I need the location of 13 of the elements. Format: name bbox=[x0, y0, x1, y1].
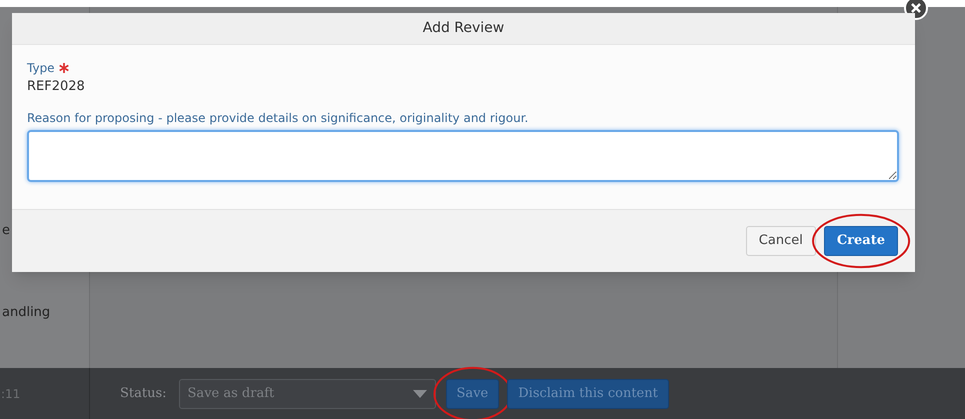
dialog-title: Add Review bbox=[422, 19, 504, 38]
bar-button[interactable]: Disclaim this content bbox=[507, 378, 669, 408]
status-dropdown[interactable]: Save as draft bbox=[178, 378, 436, 408]
reason-field[interactable] bbox=[27, 130, 899, 182]
field-label: Type bbox=[27, 60, 55, 77]
dialog-button[interactable]: Cancel bbox=[746, 226, 816, 256]
caret-icon bbox=[412, 390, 427, 398]
sidebar-item[interactable]: andling bbox=[2, 302, 89, 322]
status-label: Status: bbox=[120, 384, 167, 403]
dialog-button[interactable]: Create bbox=[824, 226, 898, 256]
field-value: REF2028 bbox=[27, 78, 86, 96]
bar-button[interactable]: Save bbox=[446, 378, 500, 408]
field-label: Reason for proposing - please provide details on significance, originality and rigour. bbox=[27, 110, 528, 126]
